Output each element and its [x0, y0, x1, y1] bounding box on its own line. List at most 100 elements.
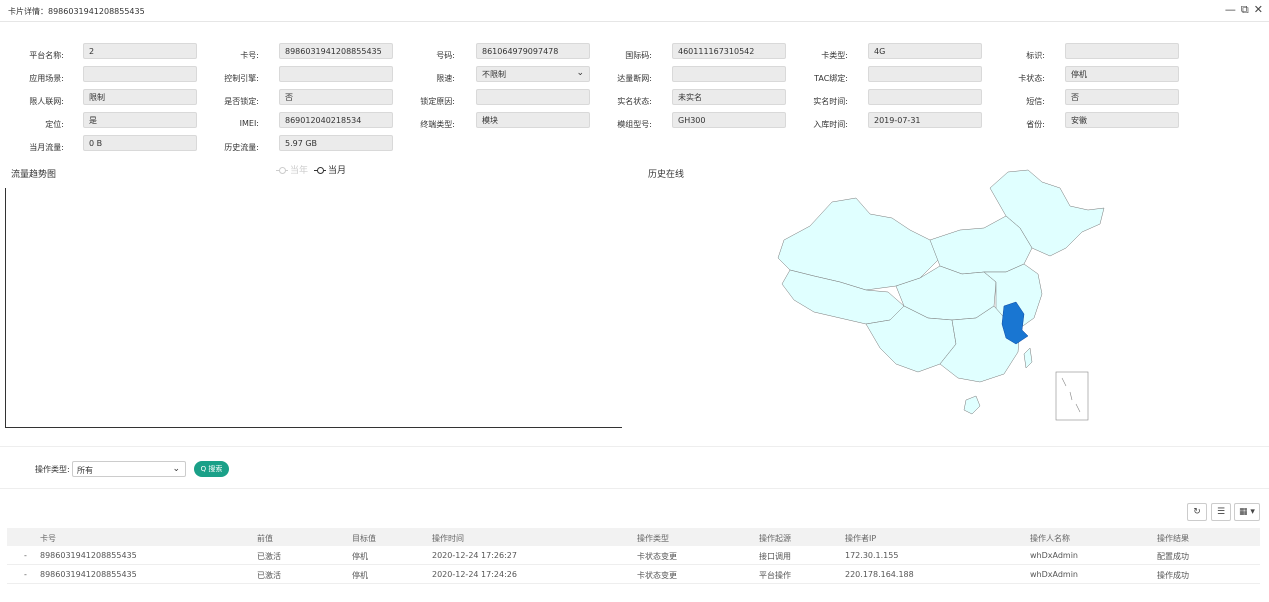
traffic-chart-legend: 当年 当月 [276, 163, 346, 176]
lock-reason-label: 锁定原因: [420, 97, 455, 106]
map-region-hainan[interactable] [963, 395, 981, 415]
legend-item-month[interactable]: 当月 [314, 163, 346, 176]
card-status-field[interactable]: 停机 [1065, 66, 1179, 82]
map-regions [777, 169, 1105, 415]
tac-bind-field[interactable] [868, 66, 982, 82]
card-no-field[interactable]: 8986031941208855435 [279, 43, 393, 59]
realname-status-field[interactable]: 未实名 [672, 89, 786, 105]
cell-result: 操作成功 [1157, 571, 1189, 580]
col-header-target[interactable]: 目标值 [352, 533, 376, 544]
cell-origin: 平台操作 [759, 571, 791, 580]
number-field[interactable]: 861064979097478 [476, 43, 590, 59]
history-traffic-field[interactable]: 5.97 GB [279, 135, 393, 151]
imei-field[interactable]: 869012040218534 [279, 112, 393, 128]
table-row[interactable]: - 8986031941208855435 已激活 停机 2020-12-24 … [7, 546, 1260, 565]
imei-label: IMEI: [239, 119, 259, 128]
limit-net-label: 限人联网: [29, 97, 64, 106]
province-field[interactable]: 安徽 [1065, 112, 1179, 128]
section-divider [0, 446, 1269, 447]
reach-disconnect-field[interactable] [672, 66, 786, 82]
lock-reason-field[interactable] [476, 89, 590, 105]
cell-ip: 172.30.1.155 [845, 551, 899, 560]
scene-field[interactable] [83, 66, 197, 82]
realname-time-field[interactable] [868, 89, 982, 105]
card-type-label: 卡类型: [821, 51, 848, 60]
speed-limit-label: 限速: [436, 74, 455, 83]
cell-before: 已激活 [257, 552, 281, 561]
window-titlebar: 卡片详情：8986031941208855435 — ⧉ ✕ [0, 0, 1269, 22]
cell-result: 配置成功 [1157, 552, 1189, 561]
month-traffic-label: 当月流量: [29, 143, 64, 152]
cell-target: 停机 [352, 552, 368, 561]
mark-field[interactable] [1065, 43, 1179, 59]
col-header-ip[interactable]: 操作者IP [845, 533, 876, 544]
chevron-down-icon: ⌄ [172, 464, 180, 474]
operation-type-select[interactable]: 所有 ⌄ [72, 461, 186, 477]
storage-time-label: 入库时间: [813, 120, 848, 129]
scene-label: 应用场景: [29, 74, 64, 83]
table-header: 卡号 前值 目标值 操作时间 操作类型 操作起源 操作者IP 操作人名称 操作结… [7, 528, 1260, 546]
platform-name-field[interactable]: 2 [83, 43, 197, 59]
filter-divider [0, 488, 1269, 489]
reach-disconnect-label: 达量断网: [617, 74, 652, 83]
locked-field[interactable]: 否 [279, 89, 393, 105]
cell-origin: 接口调用 [759, 552, 791, 561]
speed-limit-select[interactable]: 不限制 ⌄ [476, 66, 590, 82]
operation-table: 卡号 前值 目标值 操作时间 操作类型 操作起源 操作者IP 操作人名称 操作结… [7, 528, 1260, 584]
minimize-icon[interactable]: — [1225, 4, 1236, 16]
traffic-chart-area [5, 188, 622, 428]
tac-bind-label: TAC绑定: [814, 74, 848, 83]
cell-before: 已激活 [257, 571, 281, 580]
refresh-button[interactable]: ↻ [1187, 503, 1207, 521]
legend-label-month: 当月 [328, 166, 347, 176]
legend-item-year[interactable]: 当年 [276, 163, 308, 176]
cell-card-no: 8986031941208855435 [40, 570, 137, 579]
map-region-taiwan[interactable] [1023, 347, 1033, 369]
toggle-view-button[interactable]: ☰ [1211, 503, 1231, 521]
operation-type-label: 操作类型: [35, 465, 70, 474]
realname-time-label: 实名时间: [813, 97, 848, 106]
close-icon[interactable]: ✕ [1254, 4, 1263, 16]
cell-time: 2020-12-24 17:26:27 [432, 551, 517, 560]
locked-label: 是否锁定: [224, 97, 259, 106]
imsi-field[interactable]: 460111167310542 [672, 43, 786, 59]
module-model-label: 模组型号: [617, 120, 652, 129]
limit-net-field[interactable]: 限制 [83, 89, 197, 105]
search-button[interactable]: Q 搜索 [194, 461, 229, 477]
control-engine-field[interactable] [279, 66, 393, 82]
history-traffic-label: 历史流量: [224, 143, 259, 152]
cell-op-type: 卡状态变更 [637, 552, 677, 561]
row-expand-toggle[interactable]: - [24, 570, 27, 579]
mark-label: 标识: [1026, 51, 1045, 60]
sms-field[interactable]: 否 [1065, 89, 1179, 105]
columns-button[interactable]: ▦ ▾ [1234, 503, 1260, 521]
speed-limit-value: 不限制 [482, 70, 506, 79]
china-map [777, 169, 1105, 421]
card-no-label: 卡号: [240, 51, 259, 60]
col-header-op-type[interactable]: 操作类型 [637, 533, 669, 544]
locate-field[interactable]: 是 [83, 112, 197, 128]
cell-op-type: 卡状态变更 [637, 571, 677, 580]
row-expand-toggle[interactable]: - [24, 551, 27, 560]
terminal-type-field[interactable]: 模块 [476, 112, 590, 128]
cell-target: 停机 [352, 571, 368, 580]
platform-name-label: 平台名称: [29, 51, 64, 60]
col-header-operator[interactable]: 操作人名称 [1030, 533, 1070, 544]
terminal-type-label: 终端类型: [420, 120, 455, 129]
col-header-card-no[interactable]: 卡号 [40, 533, 56, 544]
storage-time-field[interactable]: 2019-07-31 [868, 112, 982, 128]
col-header-origin[interactable]: 操作起源 [759, 533, 791, 544]
month-traffic-field[interactable]: 0 B [83, 135, 197, 151]
legend-line-icon [314, 166, 327, 174]
cell-operator: whDxAdmin [1030, 570, 1079, 579]
col-header-result[interactable]: 操作结果 [1157, 533, 1189, 544]
maximize-icon[interactable]: ⧉ [1241, 4, 1249, 16]
module-model-field[interactable]: GH300 [672, 112, 786, 128]
card-type-field[interactable]: 4G [868, 43, 982, 59]
col-header-time[interactable]: 操作时间 [432, 533, 464, 544]
window-title: 卡片详情：8986031941208855435 [8, 7, 145, 16]
window-controls: — ⧉ ✕ [1225, 4, 1263, 16]
col-header-before[interactable]: 前值 [257, 533, 273, 544]
table-row[interactable]: - 8986031941208855435 已激活 停机 2020-12-24 … [7, 565, 1260, 584]
sms-label: 短信: [1026, 97, 1045, 106]
